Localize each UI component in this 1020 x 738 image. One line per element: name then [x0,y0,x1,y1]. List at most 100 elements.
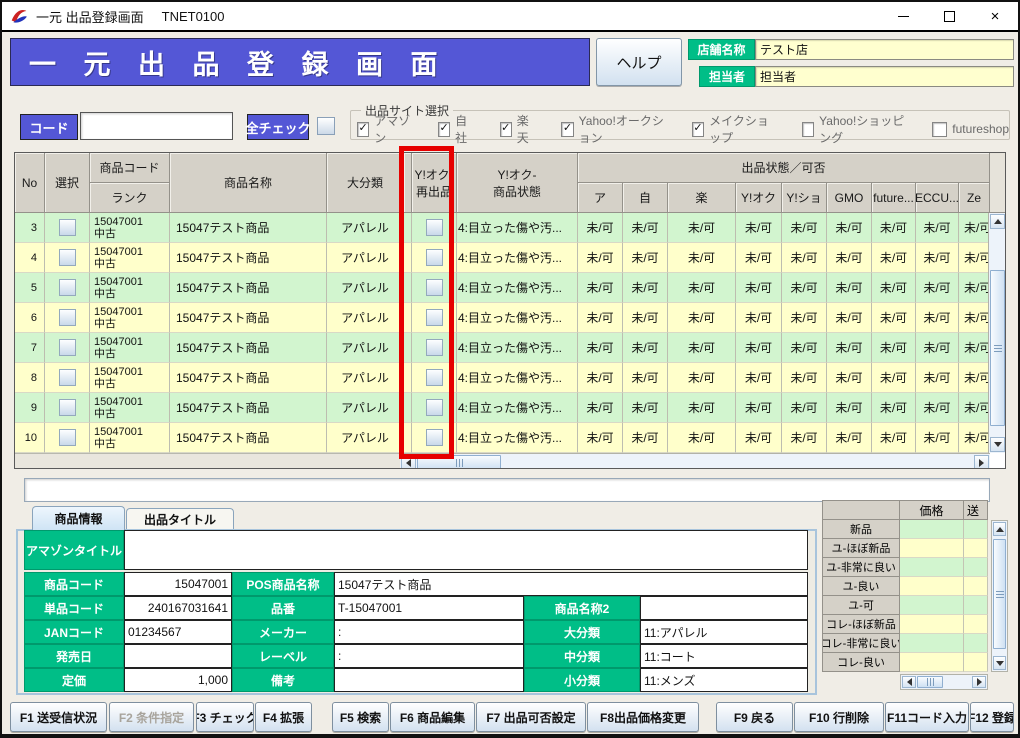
condition-cell: 4:目立った傷や汚... [457,423,578,453]
relist-checkbox[interactable] [426,339,443,356]
f1-send-receive-button[interactable]: F1 送受信状況 [10,702,107,732]
f5-search-button[interactable]: F5 検索 [332,702,389,732]
f8-change-price-button[interactable]: F8出品価格変更 [587,702,699,732]
major-category-label: 大分類 [524,620,640,644]
horizontal-scroll-thumb[interactable] [917,676,943,688]
table-horizontal-scrollbar[interactable] [400,453,990,469]
table-row[interactable]: 1015047001中古15047テスト商品アパレル4:目立った傷や汚...未/… [15,423,1005,453]
price-value-cell[interactable] [900,558,964,577]
tab-product-info[interactable]: 商品情報 [32,506,125,530]
vertical-scroll-thumb[interactable] [993,539,1006,649]
status-cell: 未/可 [959,213,990,243]
status-cell: 未/可 [959,393,990,423]
status-cell: 未/可 [827,243,872,273]
thumb-grip-icon [456,459,463,467]
f7-listing-permission-button[interactable]: F7 出品可否設定 [476,702,586,732]
price-horizontal-scrollbar[interactable] [900,674,988,690]
table-vertical-scrollbar[interactable] [988,213,1005,453]
relist-checkbox[interactable] [426,219,443,236]
col-header-yahoo-relist: Y!オク- 再出品 [412,153,457,213]
f4-extend-button[interactable]: F4 拡張 [255,702,312,732]
f3-check-button[interactable]: F3 チェック [196,702,254,732]
all-check-checkbox[interactable] [317,117,335,135]
row-select-checkbox[interactable] [59,309,76,326]
site-label: メイクショップ [709,112,776,146]
site-checkbox[interactable]: ✓ [692,122,704,137]
row-select-checkbox[interactable] [59,429,76,446]
price-value-cell[interactable] [900,615,964,634]
help-button[interactable]: ヘルプ [596,38,682,86]
row-select-checkbox[interactable] [59,249,76,266]
table-row[interactable]: 315047001中古15047テスト商品アパレル4:目立った傷や汚...未/可… [15,213,1005,243]
site-checkbox[interactable]: ✓ [561,122,573,137]
site-label: 楽天 [517,112,536,146]
scroll-left-button[interactable] [902,676,916,688]
name2-label: 商品名称2 [524,596,640,620]
person-field[interactable]: 担当者 [755,66,1014,87]
price-value-cell[interactable] [900,653,964,672]
category-cell: アパレル [327,303,404,333]
maximize-button[interactable] [926,2,972,30]
site-option: ✓ 楽天 [500,112,536,146]
row-select-checkbox[interactable] [59,339,76,356]
price-row-label: 新品 [822,520,900,539]
amazon-title-field [124,530,808,570]
site-checkbox[interactable]: ✓ [438,122,450,137]
status-cell: 未/可 [782,423,827,453]
price-value-cell[interactable] [900,577,964,596]
scroll-up-button[interactable] [990,214,1005,229]
status-cell: 未/可 [578,213,623,243]
site-option: Yahoo!ショッピング [802,112,907,146]
category-cell: アパレル [327,243,404,273]
table-row[interactable]: 715047001中古15047テスト商品アパレル4:目立った傷や汚...未/可… [15,333,1005,363]
table-row[interactable]: 815047001中古15047テスト商品アパレル4:目立った傷や汚...未/可… [15,363,1005,393]
scroll-down-button[interactable] [993,656,1006,670]
relist-checkbox[interactable] [426,279,443,296]
f12-register-button[interactable]: F12 登録 [970,702,1014,732]
scroll-down-button[interactable] [990,437,1005,452]
site-checkbox[interactable] [932,122,947,137]
relist-checkbox[interactable] [426,429,443,446]
table-row[interactable]: 915047001中古15047テスト商品アパレル4:目立った傷や汚...未/可… [15,393,1005,423]
price-row-label: ユ-良い [822,577,900,596]
price-value-cell[interactable] [900,539,964,558]
row-select-checkbox[interactable] [59,399,76,416]
minimize-button[interactable] [880,2,926,30]
pos-name-field: 15047テスト商品 [334,572,808,596]
row-select-checkbox[interactable] [59,219,76,236]
close-button[interactable]: × [972,2,1018,30]
vertical-scroll-thumb[interactable] [990,270,1005,426]
f9-back-button[interactable]: F9 戻る [716,702,793,732]
code-rank-cell: 15047001中古 [90,273,170,303]
maker-label: メーカー [232,620,334,644]
tab-listing-title[interactable]: 出品タイトル [126,508,234,529]
scroll-right-button[interactable] [974,455,989,469]
scroll-up-button[interactable] [993,522,1006,536]
table-row[interactable]: 515047001中古15047テスト商品アパレル4:目立った傷や汚...未/可… [15,273,1005,303]
price-value-cell[interactable] [900,520,964,539]
store-name-field[interactable]: テスト店 [755,39,1014,60]
row-select-checkbox[interactable] [59,369,76,386]
horizontal-scroll-thumb[interactable] [417,455,501,469]
relist-checkbox[interactable] [426,369,443,386]
f10-delete-row-button[interactable]: F10 行削除 [794,702,884,732]
f6-edit-product-button[interactable]: F6 商品編集 [390,702,475,732]
row-select-checkbox[interactable] [59,279,76,296]
relist-checkbox[interactable] [426,399,443,416]
table-row[interactable]: 415047001中古15047テスト商品アパレル4:目立った傷や汚...未/可… [15,243,1005,273]
site-checkbox[interactable]: ✓ [357,122,369,137]
scroll-left-button[interactable] [401,455,416,469]
scroll-right-button[interactable] [972,676,986,688]
status-cell: 未/可 [916,393,959,423]
price-value-cell[interactable] [900,596,964,615]
relist-checkbox[interactable] [426,309,443,326]
relist-cell [412,363,457,393]
code-input[interactable] [80,112,233,140]
price-value-cell[interactable] [900,634,964,653]
table-row[interactable]: 615047001中古15047テスト商品アパレル4:目立った傷や汚...未/可… [15,303,1005,333]
price-vertical-scrollbar[interactable] [991,520,1008,672]
site-checkbox[interactable]: ✓ [500,122,512,137]
relist-checkbox[interactable] [426,249,443,266]
f11-code-input-button[interactable]: F11コード入力 [885,702,969,732]
site-checkbox[interactable] [802,122,814,137]
